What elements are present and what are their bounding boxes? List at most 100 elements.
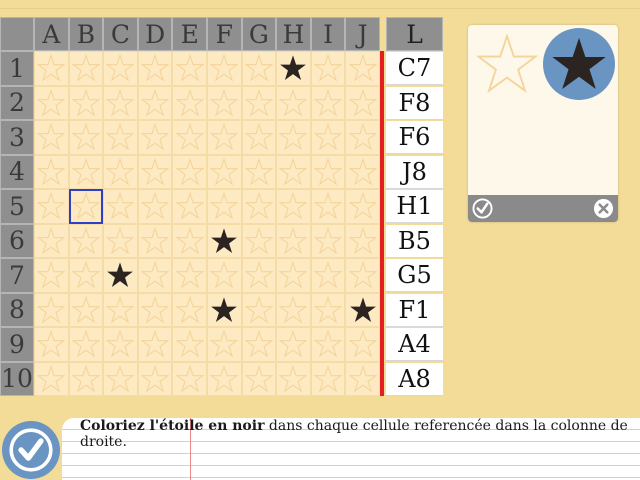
- black-star-option[interactable]: [543, 28, 615, 100]
- grid-cell-g5[interactable]: [241, 189, 277, 224]
- grid-cell-a5[interactable]: [34, 189, 69, 224]
- grid-cell-e1[interactable]: [172, 51, 207, 86]
- grid-cell-c5[interactable]: [103, 189, 138, 224]
- grid-cell-c9[interactable]: [103, 327, 138, 362]
- grid-cell-j7[interactable]: [345, 258, 380, 293]
- grid-cell-i10[interactable]: [310, 361, 346, 396]
- grid-cell-f6[interactable]: [207, 223, 242, 258]
- grid-cell-d9[interactable]: [137, 327, 173, 362]
- grid-cell-j6[interactable]: [345, 223, 380, 258]
- grid-cell-g6[interactable]: [241, 223, 277, 258]
- grid-cell-f1[interactable]: [207, 51, 242, 86]
- grid-cell-e8[interactable]: [172, 292, 207, 327]
- grid-cell-h4[interactable]: [276, 154, 311, 189]
- grid-cell-i8[interactable]: [310, 292, 346, 327]
- grid-cell-a8[interactable]: [34, 292, 69, 327]
- cancel-button[interactable]: [593, 198, 614, 219]
- grid-cell-c8[interactable]: [103, 292, 138, 327]
- grid-cell-g10[interactable]: [241, 361, 277, 396]
- grid-cell-a1[interactable]: [34, 51, 69, 86]
- grid-cell-j8[interactable]: [345, 292, 380, 327]
- grid-cell-b1[interactable]: [68, 51, 104, 86]
- grid-cell-a9[interactable]: [34, 327, 69, 362]
- grid-cell-i3[interactable]: [310, 120, 346, 155]
- grid-cell-g7[interactable]: [241, 258, 277, 293]
- grid-cell-b7[interactable]: [68, 258, 104, 293]
- grid-cell-h2[interactable]: [276, 85, 311, 120]
- grid-cell-c1[interactable]: [103, 51, 138, 86]
- grid-cell-c3[interactable]: [103, 120, 138, 155]
- grid-cell-h8[interactable]: [276, 292, 311, 327]
- grid-cell-d4[interactable]: [137, 154, 173, 189]
- grid-cell-i2[interactable]: [310, 85, 346, 120]
- grid-cell-d10[interactable]: [137, 361, 173, 396]
- grid-cell-j5[interactable]: [345, 189, 380, 224]
- grid-cell-c10[interactable]: [103, 361, 138, 396]
- grid-cell-g9[interactable]: [241, 327, 277, 362]
- validate-button[interactable]: [2, 421, 60, 479]
- grid-cell-d8[interactable]: [137, 292, 173, 327]
- grid-cell-f4[interactable]: [207, 154, 242, 189]
- grid-cell-e5[interactable]: [172, 189, 207, 224]
- grid-cell-c6[interactable]: [103, 223, 138, 258]
- grid-cell-j2[interactable]: [345, 85, 380, 120]
- grid-cell-f7[interactable]: [207, 258, 242, 293]
- grid-cell-j1[interactable]: [345, 51, 380, 86]
- grid-cell-c7[interactable]: [103, 258, 138, 293]
- grid-cell-e4[interactable]: [172, 154, 207, 189]
- grid-cell-f5[interactable]: [207, 189, 242, 224]
- grid-cell-g2[interactable]: [241, 85, 277, 120]
- grid-cell-e10[interactable]: [172, 361, 207, 396]
- grid-cell-h9[interactable]: [276, 327, 311, 362]
- grid-cell-h7[interactable]: [276, 258, 311, 293]
- grid-cell-e9[interactable]: [172, 327, 207, 362]
- grid-cell-b3[interactable]: [68, 120, 104, 155]
- grid-cell-a10[interactable]: [34, 361, 69, 396]
- grid-cell-b9[interactable]: [68, 327, 104, 362]
- grid-cell-h5[interactable]: [276, 189, 311, 224]
- grid-cell-i5[interactable]: [310, 189, 346, 224]
- grid-cell-h10[interactable]: [276, 361, 311, 396]
- grid-cell-d6[interactable]: [137, 223, 173, 258]
- grid-cell-g8[interactable]: [241, 292, 277, 327]
- grid-cell-a7[interactable]: [34, 258, 69, 293]
- grid-cell-f2[interactable]: [207, 85, 242, 120]
- grid-cell-b5[interactable]: [68, 189, 104, 224]
- grid-cell-g4[interactable]: [241, 154, 277, 189]
- grid-cell-d1[interactable]: [137, 51, 173, 86]
- grid-cell-c4[interactable]: [103, 154, 138, 189]
- grid-cell-d5[interactable]: [137, 189, 173, 224]
- grid-cell-b10[interactable]: [68, 361, 104, 396]
- grid-cell-e2[interactable]: [172, 85, 207, 120]
- grid-cell-i7[interactable]: [310, 258, 346, 293]
- empty-star-option[interactable]: [475, 33, 539, 95]
- grid-cell-a4[interactable]: [34, 154, 69, 189]
- grid-cell-h1[interactable]: [276, 51, 311, 86]
- grid-cell-f10[interactable]: [207, 361, 242, 396]
- grid-cell-a3[interactable]: [34, 120, 69, 155]
- grid-cell-f3[interactable]: [207, 120, 242, 155]
- grid-cell-a6[interactable]: [34, 223, 69, 258]
- grid-cell-j3[interactable]: [345, 120, 380, 155]
- grid-cell-j4[interactable]: [345, 154, 380, 189]
- grid-cell-b4[interactable]: [68, 154, 104, 189]
- grid-cell-d2[interactable]: [137, 85, 173, 120]
- grid-cell-i4[interactable]: [310, 154, 346, 189]
- grid-cell-e3[interactable]: [172, 120, 207, 155]
- confirm-button[interactable]: [472, 198, 493, 219]
- grid-cell-e7[interactable]: [172, 258, 207, 293]
- grid-cell-i9[interactable]: [310, 327, 346, 362]
- grid-cell-f9[interactable]: [207, 327, 242, 362]
- grid-cell-h3[interactable]: [276, 120, 311, 155]
- grid-cell-d7[interactable]: [137, 258, 173, 293]
- grid-cell-e6[interactable]: [172, 223, 207, 258]
- grid-cell-g1[interactable]: [241, 51, 277, 86]
- grid-cell-b8[interactable]: [68, 292, 104, 327]
- grid-cell-f8[interactable]: [207, 292, 242, 327]
- grid-cell-a2[interactable]: [34, 85, 69, 120]
- grid-cell-j10[interactable]: [345, 361, 380, 396]
- grid-cell-d3[interactable]: [137, 120, 173, 155]
- grid-cell-c2[interactable]: [103, 85, 138, 120]
- grid-cell-b6[interactable]: [68, 223, 104, 258]
- grid-cell-b2[interactable]: [68, 85, 104, 120]
